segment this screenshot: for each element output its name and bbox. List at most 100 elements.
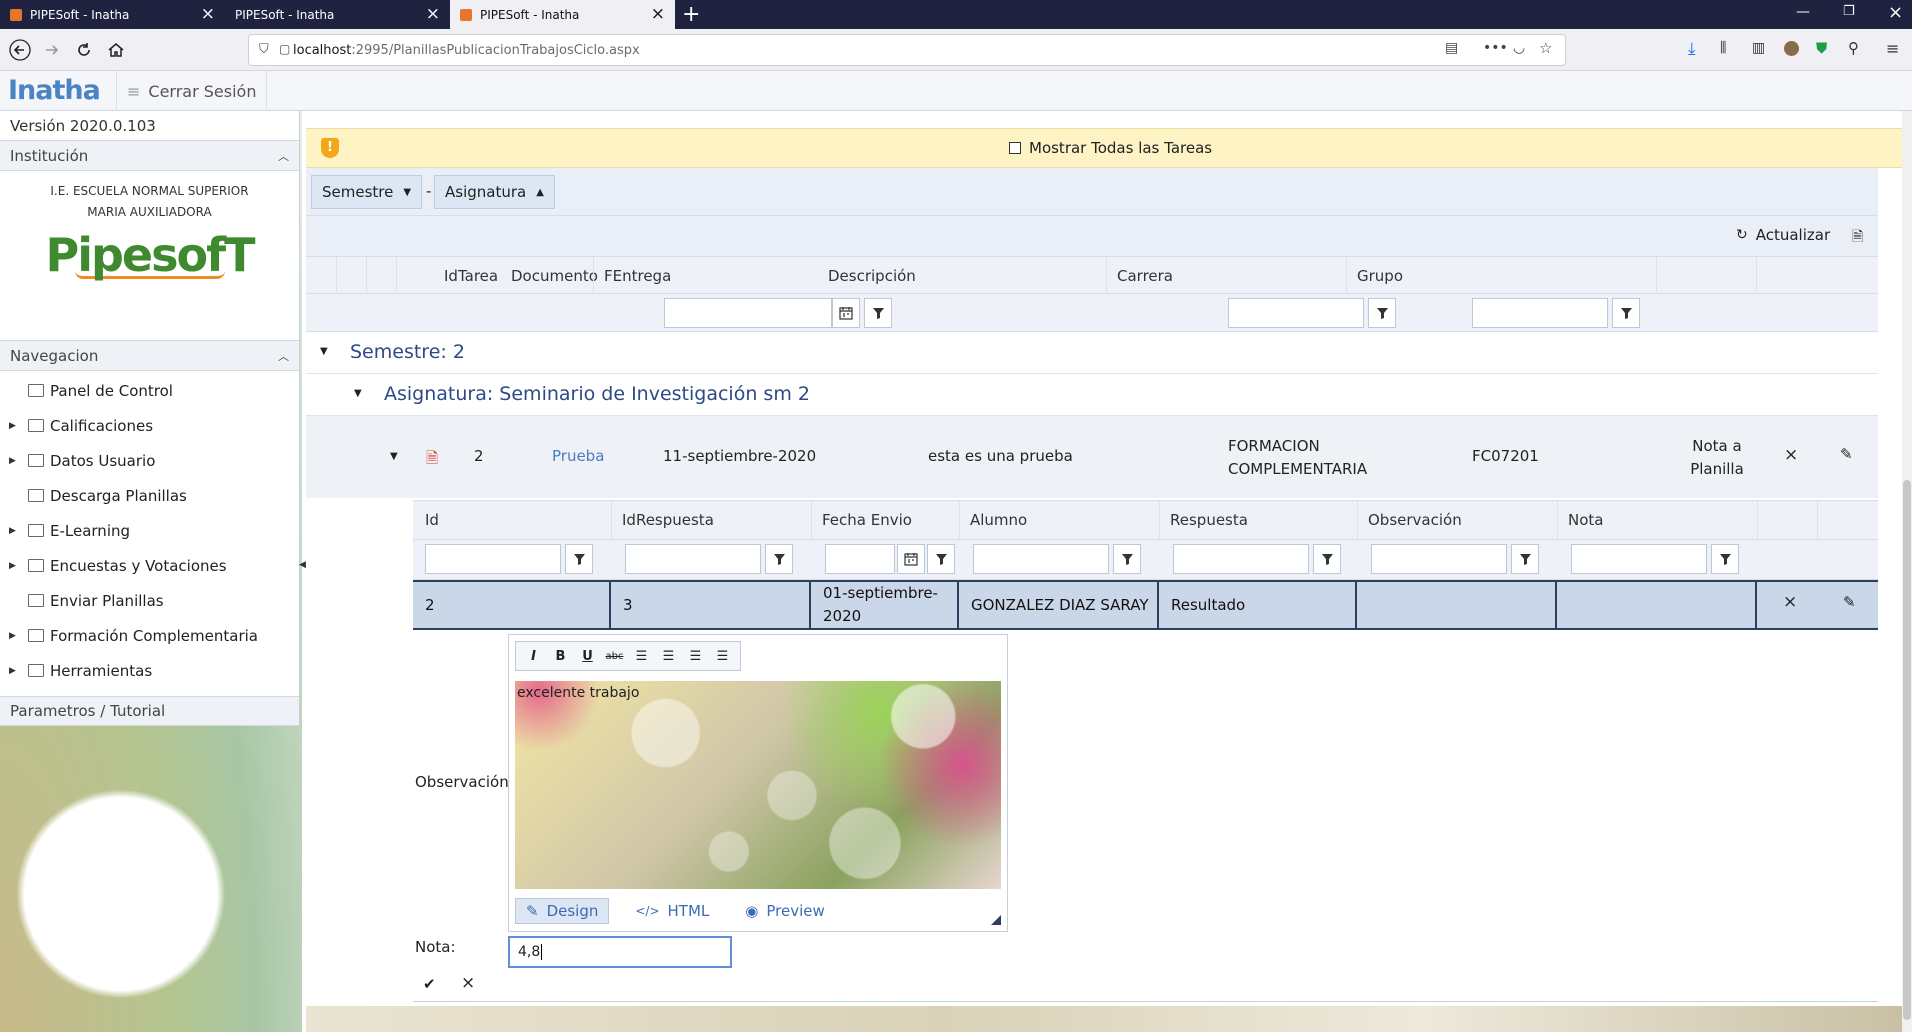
edit-pencil-icon[interactable]: ✎ [1840,445,1853,463]
filter-fentrega-input[interactable] [664,298,832,328]
resize-handle[interactable] [991,915,1001,925]
close-tab-icon[interactable]: × [651,6,665,23]
sidebar-item-descarga-planillas[interactable]: Descarga Planillas [0,478,299,513]
filter-icon[interactable] [927,544,955,574]
header-descripcion[interactable]: Descripción [806,257,1106,295]
calendar-icon[interactable] [832,298,860,328]
filter-fecha-input[interactable] [825,544,895,574]
bold-button[interactable]: B [547,649,574,664]
collapse-group-icon[interactable]: ▼ [320,346,328,357]
bookmark-star-icon[interactable]: ☆ [1539,39,1552,57]
header-fentrega[interactable]: FEntrega [593,257,806,295]
filter-icon[interactable] [1313,544,1341,574]
filter-icon[interactable] [1711,544,1739,574]
preview-mode-tab[interactable]: ◉ Preview [735,899,834,923]
expand-arrow-icon[interactable]: ▶ [9,561,16,571]
sidebar-item-e-learning[interactable]: ▶ E-Learning [0,513,299,548]
filter-icon[interactable] [1612,298,1640,328]
filter-alumno-input[interactable] [973,544,1109,574]
navigation-panel-header[interactable]: Navegacion ︿ [0,341,299,371]
filter-id-input[interactable] [425,544,561,574]
more-actions-icon[interactable]: ••• [1483,40,1508,56]
sidebar-item-enviar-planillas[interactable]: Enviar Planillas [0,583,299,618]
table-row[interactable]: ▼ 🗎 2 Prueba 11-septiembre-2020 esta es … [306,416,1878,498]
delete-icon[interactable]: × [1784,445,1798,465]
extension-shield-icon[interactable]: ⛊ [1816,39,1827,57]
strikethrough-button[interactable]: abc [601,651,628,662]
filter-grupo-input[interactable] [1472,298,1608,328]
expand-arrow-icon[interactable]: ▶ [9,631,16,641]
nota-input[interactable]: 4,8 [508,936,732,968]
group-row-semestre[interactable]: ▼ Semestre: 2 [306,332,1878,374]
detail-header-fecha-envio[interactable]: Fecha Envio [811,501,959,539]
expand-arrow-icon[interactable]: ▶ [9,526,16,536]
design-mode-tab[interactable]: ✎ Design [515,898,610,924]
download-icon[interactable]: ⤓ [1688,39,1696,59]
filter-icon[interactable] [864,298,892,328]
forward-icon[interactable] [40,38,64,62]
close-window-icon[interactable]: × [1888,2,1903,23]
reload-icon[interactable] [72,38,96,62]
minimize-icon[interactable]: — [1796,4,1810,20]
editor-content-area[interactable]: excelente trabajo [515,681,1001,889]
group-row-asignatura[interactable]: ▼ Asignatura: Seminario de Investigación… [306,374,1878,416]
scrollbar-thumb[interactable] [1903,480,1911,1020]
detail-header-idrespuesta[interactable]: IdRespuesta [611,501,811,539]
filter-icon[interactable] [765,544,793,574]
edit-pencil-icon[interactable]: ✎ [1843,593,1856,611]
expand-arrow-icon[interactable]: ▶ [9,421,16,431]
html-mode-tab[interactable]: </> HTML [625,899,719,923]
export-pdf-icon[interactable]: 🗎 [1852,226,1863,250]
chevron-up-icon[interactable]: ︿ [278,348,289,364]
filter-observacion-input[interactable] [1371,544,1507,574]
filter-icon[interactable] [1113,544,1141,574]
header-carrera[interactable]: Carrera [1106,257,1346,295]
sidebar-item-datos-usuario[interactable]: ▶ Datos Usuario [0,443,299,478]
sidebar-toggle-icon[interactable]: ▥ [1752,40,1765,56]
cell-documento-link[interactable]: Prueba [552,447,604,465]
cancel-x-icon[interactable]: × [461,973,475,993]
library-icon[interactable]: ⫼ [1720,40,1726,56]
new-tab-icon[interactable]: + [682,2,700,27]
header-idtarea[interactable]: IdTarea [432,257,506,295]
align-justify-icon[interactable]: ☰ [709,649,736,664]
delete-icon[interactable]: × [1783,592,1797,612]
pocket-icon[interactable]: ◡ [1513,40,1525,56]
header-documento[interactable]: Documento [501,257,598,295]
institution-panel-header[interactable]: Institución ︿ [0,141,299,171]
detail-header-observacion[interactable]: Observación [1357,501,1557,539]
restore-icon[interactable]: ❐ [1843,4,1855,19]
profile-avatar-icon[interactable] [1784,41,1799,56]
calendar-icon[interactable] [897,544,925,574]
filter-idrespuesta-input[interactable] [625,544,761,574]
home-icon[interactable] [104,38,128,62]
align-left-icon[interactable]: ☰ [628,649,655,664]
filter-nota-input[interactable] [1571,544,1707,574]
filter-icon[interactable] [1511,544,1539,574]
extension-pin-icon[interactable]: ⚲ [1848,39,1859,57]
align-right-icon[interactable]: ☰ [682,649,709,664]
collapse-group-icon[interactable]: ▼ [354,388,362,399]
browser-tab[interactable]: PIPESoft - Inatha × [0,0,225,29]
close-tab-icon[interactable]: × [201,6,215,23]
menu-icon[interactable]: ≡ [1886,39,1899,58]
browser-tab-active[interactable]: PIPESoft - Inatha × [450,0,675,29]
detail-cell-respuesta-link[interactable]: Resultado [1159,582,1357,628]
refresh-button[interactable]: ↻ Actualizar [1736,226,1830,244]
collapse-sidebar-icon[interactable]: ◀ [299,560,306,570]
parametros-tutorial-header[interactable]: Parametros / Tutorial [0,696,299,726]
filter-carrera-input[interactable] [1228,298,1364,328]
expand-arrow-icon[interactable]: ▶ [9,456,16,466]
url-bar[interactable]: ⛉ ▢ localhost:2995/PlanillasPublicacionT… [248,34,1566,66]
sidebar-item-formacion-complementaria[interactable]: ▶ Formación Complementaria [0,618,299,653]
reader-view-icon[interactable]: ▤ [1445,40,1458,56]
sidebar-item-encuestas[interactable]: ▶ Encuestas y Votaciones [0,548,299,583]
align-center-icon[interactable]: ☰ [655,649,682,664]
detail-header-id[interactable]: Id [413,501,611,539]
detail-header-nota[interactable]: Nota [1557,501,1757,539]
page-info-icon[interactable]: ▢ [279,42,290,56]
shield-icon[interactable]: ⛉ [259,42,269,57]
chevron-up-icon[interactable]: ︿ [278,148,289,164]
close-tab-icon[interactable]: × [426,6,440,23]
back-icon[interactable] [8,38,32,62]
